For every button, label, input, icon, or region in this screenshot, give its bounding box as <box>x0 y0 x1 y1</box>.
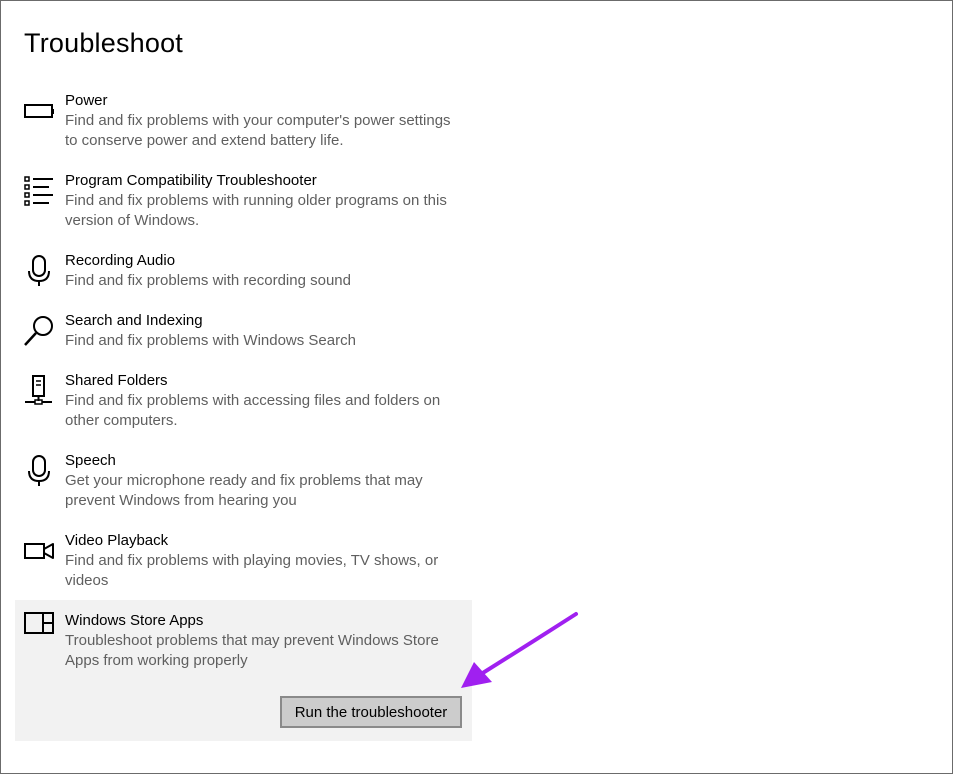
list-item-search-indexing[interactable]: Search and Indexing Find and fix problem… <box>15 309 472 355</box>
search-icon <box>23 315 55 347</box>
store-apps-icon <box>23 607 55 639</box>
item-description: Find and fix problems with accessing fil… <box>65 392 441 429</box>
item-description: Get your microphone ready and fix proble… <box>65 472 423 509</box>
item-title: Shared Folders <box>65 372 168 389</box>
item-title: Video Playback <box>65 532 169 549</box>
pointer-arrow-icon <box>456 606 581 697</box>
network-computer-icon <box>23 375 55 407</box>
settings-window: Troubleshoot Power Find and fix problems… <box>0 0 953 774</box>
item-title: Windows Store Apps <box>65 612 204 629</box>
page-title: Troubleshoot <box>24 28 183 58</box>
item-title: Speech <box>65 452 116 469</box>
list-item-speech[interactable]: Speech Get your microphone ready and fix… <box>15 449 472 515</box>
list-item-windows-store-apps[interactable]: Windows Store Apps Troubleshoot problems… <box>15 600 472 741</box>
microphone-icon <box>23 455 55 487</box>
item-title: Program Compatibility Troubleshooter <box>65 172 317 189</box>
list-item-recording-audio[interactable]: Recording Audio Find and fix problems wi… <box>15 249 472 295</box>
item-description: Find and fix problems with running older… <box>65 192 447 229</box>
list-item-shared-folders[interactable]: Shared Folders Find and fix problems wit… <box>15 369 472 435</box>
item-title: Recording Audio <box>65 252 176 269</box>
item-title: Power <box>65 92 108 109</box>
list-icon <box>23 175 55 207</box>
item-description: Find and fix problems with playing movie… <box>65 552 439 589</box>
video-camera-icon <box>23 535 55 567</box>
item-description: Troubleshoot problems that may prevent W… <box>65 632 439 669</box>
item-description: Find and fix problems with Windows Searc… <box>65 332 356 349</box>
run-troubleshooter-button[interactable]: Run the troubleshooter <box>280 696 462 728</box>
item-description: Find and fix problems with your computer… <box>65 112 451 149</box>
list-item-video-playback[interactable]: Video Playback Find and fix problems wit… <box>15 529 472 595</box>
microphone-icon <box>23 255 55 287</box>
item-description: Find and fix problems with recording sou… <box>65 272 351 289</box>
battery-icon <box>23 95 55 127</box>
list-item-program-compatibility[interactable]: Program Compatibility Troubleshooter Fin… <box>15 169 472 235</box>
item-title: Search and Indexing <box>65 312 203 329</box>
list-item-power[interactable]: Power Find and fix problems with your co… <box>15 89 472 155</box>
